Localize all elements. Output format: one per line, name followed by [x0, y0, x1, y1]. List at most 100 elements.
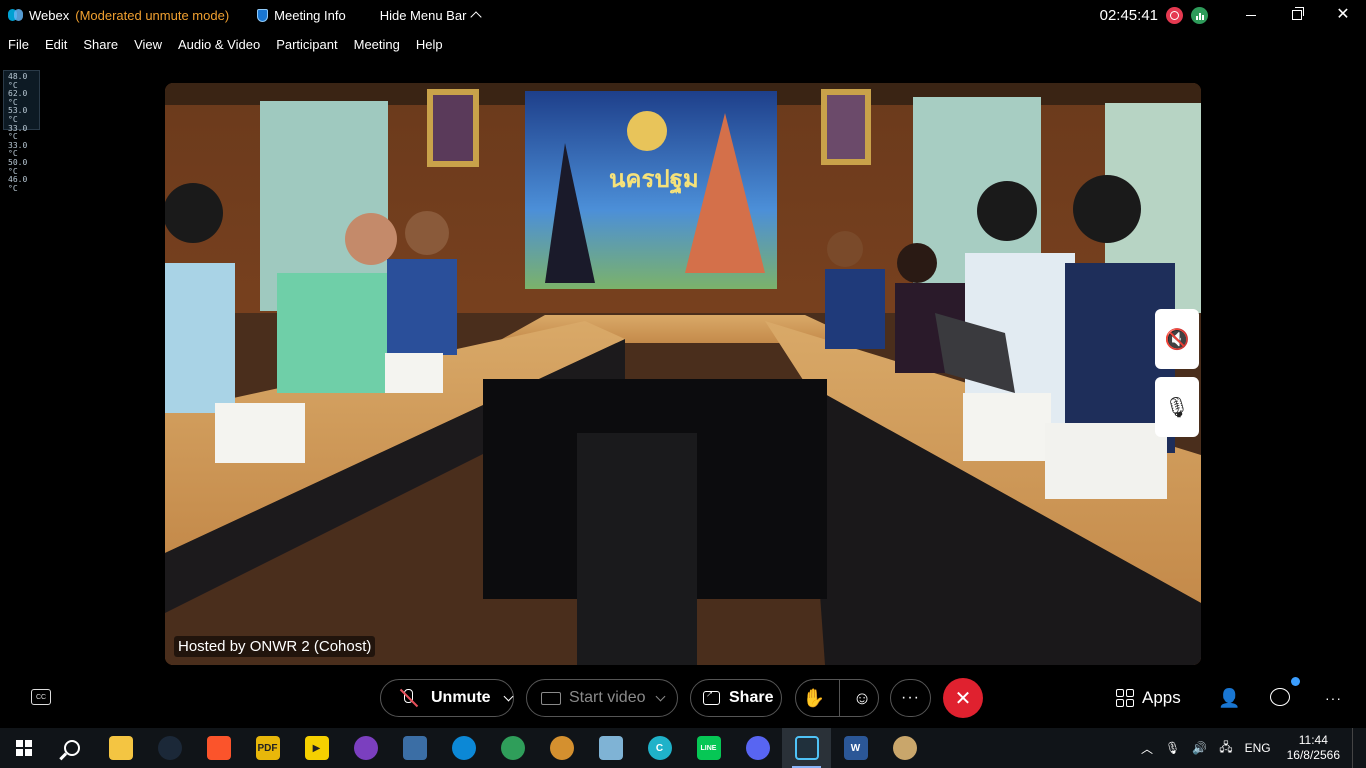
apps-label: Apps	[1142, 688, 1181, 707]
taskbar-steam[interactable]	[145, 728, 194, 768]
raise-hand-icon: ✋	[802, 687, 826, 708]
menu-meeting[interactable]: Meeting	[346, 37, 408, 52]
share-button[interactable]: Share	[690, 679, 782, 717]
search-button[interactable]	[48, 728, 96, 768]
unmute-button[interactable]: Unmute	[380, 679, 514, 717]
taskbar-date: 16/8/2566	[1286, 748, 1340, 762]
temp-reading: 33.0 °C	[8, 140, 28, 159]
paint-icon	[892, 736, 917, 760]
taskbar-purple-app[interactable]	[341, 728, 390, 768]
minimize-button[interactable]	[1228, 0, 1274, 30]
menu-audio-video[interactable]: Audio & Video	[170, 37, 268, 52]
smiley-icon: ☺	[852, 687, 872, 708]
edge-icon	[451, 736, 476, 760]
menu-help[interactable]: Help	[408, 37, 451, 52]
start-video-label: Start video	[569, 689, 646, 706]
search-icon	[64, 740, 80, 756]
menu-participant[interactable]: Participant	[268, 37, 345, 52]
network-stats-icon[interactable]	[1191, 6, 1208, 24]
host-label: Hosted by ONWR 2 (Cohost)	[174, 636, 376, 657]
hide-menu-bar-button[interactable]: Hide Menu Bar	[380, 8, 483, 23]
chevron-down-icon[interactable]	[503, 691, 514, 701]
temp-reading: 62.0 °C	[8, 89, 28, 107]
app-name: Webex	[29, 7, 70, 23]
taskbar-paint[interactable]	[880, 728, 929, 768]
recording-icon[interactable]	[1166, 6, 1183, 24]
menu-bar: File Edit Share View Audio & Video Parti…	[0, 33, 451, 55]
reactions-button[interactable]: ☺	[853, 688, 871, 709]
show-desktop-button[interactable]	[1352, 728, 1366, 768]
chevron-down-icon[interactable]	[656, 691, 666, 701]
title-right: 02:45:41 ✕	[1100, 0, 1366, 30]
speaker-mute-icon: 🔇	[1164, 328, 1190, 351]
menu-view[interactable]: View	[126, 37, 170, 52]
participants-button[interactable]: 👤	[1218, 688, 1240, 709]
taskbar-clock[interactable]: 11:44 16/8/2566	[1277, 733, 1352, 763]
notes-icon	[598, 736, 623, 760]
taskbar-discord[interactable]	[733, 728, 782, 768]
meeting-info-button[interactable]: Meeting Info	[257, 8, 346, 23]
unmute-label: Unmute	[431, 689, 491, 706]
reactions-group: ✋ ☺	[795, 679, 879, 717]
closed-captions-button[interactable]: CC	[31, 689, 51, 705]
menu-edit[interactable]: Edit	[37, 37, 75, 52]
minimize-icon	[1246, 14, 1256, 16]
temp-reading: 48.0 °C	[8, 72, 28, 90]
share-label: Share	[729, 689, 774, 706]
taskbar-canva[interactable]: C	[635, 728, 684, 768]
bird-icon	[402, 736, 427, 760]
share-screen-icon	[703, 691, 720, 705]
taskbar-line[interactable]: LINE	[684, 728, 733, 768]
discord-icon	[745, 736, 770, 760]
eye-icon	[549, 736, 574, 760]
meeting-info-label: Meeting Info	[274, 7, 346, 23]
moderated-mode-label: (Moderated unmute mode)	[75, 7, 230, 23]
video-feed[interactable]: นครปฐม Hosted by ONWR 2 (Cohost) 🔇 🎙	[165, 83, 1201, 665]
taskbar-file-explorer[interactable]	[96, 728, 145, 768]
close-window-button[interactable]: ✕	[1320, 0, 1366, 30]
microphone-tray-icon[interactable]: 🎙	[1159, 741, 1186, 755]
taskbar-webex[interactable]	[782, 728, 831, 768]
menu-share[interactable]: Share	[75, 37, 126, 52]
apps-button[interactable]: Apps	[1116, 688, 1181, 708]
mic-off-icon: 🎙	[1164, 396, 1190, 419]
menu-file[interactable]: File	[0, 37, 37, 52]
restore-icon	[1292, 7, 1304, 20]
start-video-button[interactable]: Start video	[526, 679, 678, 717]
taskbar-notes[interactable]	[586, 728, 635, 768]
chat-button[interactable]	[1270, 688, 1290, 706]
more-options-button[interactable]: ···	[890, 679, 931, 717]
start-button[interactable]	[0, 728, 48, 768]
more-panels-button[interactable]: ···	[1325, 690, 1342, 706]
chevron-up-icon	[470, 11, 483, 23]
taskbar-edge-dev[interactable]	[488, 728, 537, 768]
brave-icon	[206, 736, 231, 760]
chat-notification-badge	[1291, 677, 1300, 686]
mic-status-button[interactable]: 🎙	[1155, 377, 1199, 437]
windows-taskbar: PDF ▶ C LINE W ︿ 🎙 🔊 🖧 ENG 11:44 16/8/25…	[0, 728, 1366, 768]
temp-reading: 53.0 °C	[8, 106, 28, 124]
webex-logo-icon	[8, 9, 23, 21]
title-left: Webex (Moderated unmute mode) Meeting In…	[0, 7, 483, 23]
taskbar-player[interactable]: ▶	[292, 728, 341, 768]
taskbar-brave[interactable]	[194, 728, 243, 768]
network-icon[interactable]: 🖧	[1213, 738, 1238, 759]
language-indicator[interactable]: ENG	[1239, 741, 1277, 755]
taskbar-eye-app[interactable]	[537, 728, 586, 768]
taskbar-edge[interactable]	[439, 728, 488, 768]
cc-icon: CC	[35, 693, 47, 701]
show-hidden-icons-button[interactable]: ︿	[1135, 740, 1159, 757]
steam-icon	[157, 736, 182, 760]
close-icon: ✕	[1336, 6, 1350, 23]
taskbar-pdf[interactable]: PDF	[243, 728, 292, 768]
leave-meeting-button[interactable]: ✕	[943, 678, 983, 718]
taskbar-bird-app[interactable]	[390, 728, 439, 768]
volume-icon[interactable]: 🔊	[1186, 741, 1213, 755]
title-bar: Webex (Moderated unmute mode) Meeting In…	[0, 0, 1366, 30]
taskbar-word[interactable]: W	[831, 728, 880, 768]
taskbar-time: 11:44	[1298, 733, 1328, 747]
restore-button[interactable]	[1274, 0, 1320, 30]
mute-speaker-button[interactable]: 🔇	[1155, 309, 1199, 369]
windows-logo-icon	[16, 740, 32, 756]
raise-hand-button[interactable]: ✋	[803, 688, 825, 709]
